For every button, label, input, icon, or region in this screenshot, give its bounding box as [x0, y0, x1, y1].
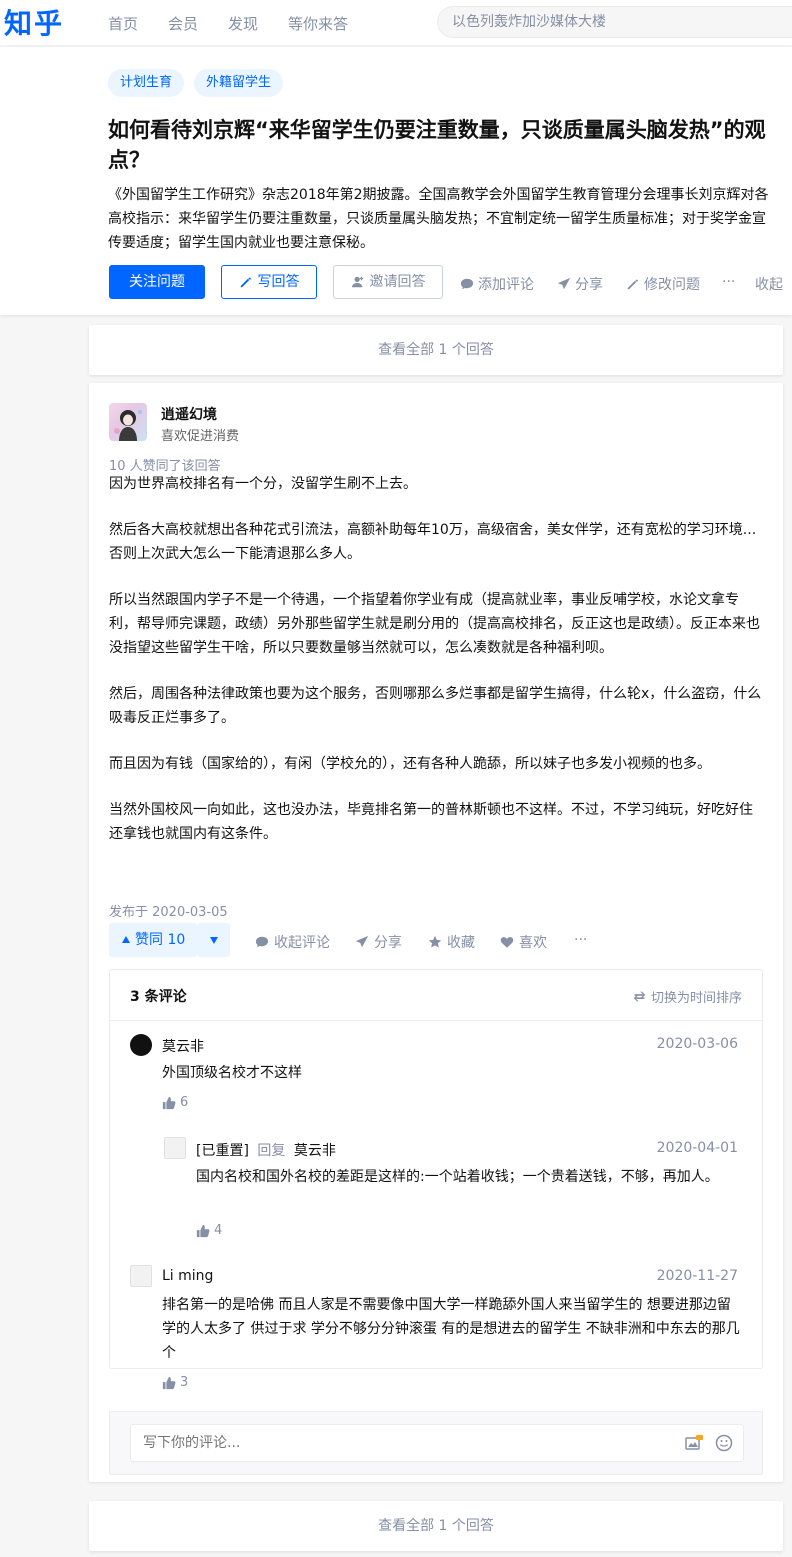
avatar[interactable] — [130, 1265, 152, 1287]
write-answer-button[interactable]: 写回答 — [221, 265, 317, 299]
reply-header: [已重置] 回复 莫云非 — [196, 1140, 336, 1160]
favorite-button[interactable]: 收藏 — [428, 932, 475, 952]
triangle-down-icon — [209, 937, 218, 944]
share-icon — [355, 935, 369, 948]
nav-waiting-answer[interactable]: 等你来答 — [288, 13, 348, 34]
comment-icon — [460, 278, 474, 290]
comment-icon — [255, 936, 269, 948]
author-bio: 喜欢促进消费 — [161, 429, 240, 444]
share-label: 分享 — [575, 277, 603, 293]
comment-like-button[interactable]: 6 — [162, 1095, 188, 1110]
heart-icon — [500, 937, 514, 948]
avatar-image — [114, 410, 142, 441]
invite-answer-label: 邀请回答 — [369, 274, 426, 290]
comment-like-button[interactable]: 3 — [162, 1375, 188, 1390]
zhihu-logo[interactable]: 知乎 — [4, 2, 64, 42]
answer-paragraph: 然后各大高校就想出各种花式引流法，高额补助每年10万，高级宿舍，美女伴学，还有宽… — [109, 522, 757, 562]
answer-content: 因为世界高校排名有一个分，没留学生刷不上去。 然后各大高校就想出各种花式引流法，… — [109, 472, 763, 846]
nav-discover[interactable]: 发现 — [228, 13, 258, 34]
share-answer-button[interactable]: 分享 — [355, 932, 402, 952]
nav-home[interactable]: 首页 — [108, 13, 138, 34]
emoji-icon[interactable] — [715, 1434, 733, 1452]
like-label: 喜欢 — [519, 935, 547, 951]
avatar[interactable] — [109, 403, 147, 441]
publish-date[interactable]: 发布于 2020-03-05 — [109, 901, 228, 920]
comment-editor-area — [109, 1411, 763, 1475]
collapse-button[interactable]: 收起 — [755, 274, 783, 294]
like-count: 4 — [214, 1223, 223, 1238]
swap-icon — [633, 991, 646, 1002]
question-header: 计划生育 外籍留学生 如何看待刘京辉“来华留学生仍要注重数量，只谈质量属头脑发热… — [0, 47, 792, 315]
commenter-name[interactable]: [已重置] — [196, 1143, 249, 1159]
comment-like-button[interactable]: 4 — [196, 1223, 222, 1238]
author-name[interactable]: 逍遥幻境 — [161, 404, 217, 424]
edit-question-label: 修改问题 — [644, 277, 700, 293]
answer-paragraph: 因为世界高校排名有一个分，没留学生刷不上去。 — [109, 476, 417, 492]
view-all-answers-bottom[interactable]: 查看全部 1 个回答 — [89, 1501, 783, 1551]
commenter-name[interactable]: Li ming — [162, 1268, 213, 1284]
answer-paragraph: 当然外国校风一向如此，这也没办法，毕竟排名第一的普林斯顿也不这样。不过，不学习纯… — [109, 802, 753, 842]
question-detail: 《外国留学生工作研究》杂志2018年第2期披露。全国高教学会外国留学生教育管理分… — [108, 187, 769, 251]
sort-toggle-button[interactable]: 切换为时间排序 — [633, 987, 742, 1006]
follow-question-button[interactable]: 关注问题 — [109, 265, 205, 299]
star-icon — [428, 935, 442, 948]
share-question-button[interactable]: 分享 — [557, 274, 603, 294]
add-user-icon — [351, 276, 363, 288]
add-comment-button[interactable]: 添加评论 — [460, 274, 534, 294]
tag-foreign-students[interactable]: 外籍留学生 — [194, 69, 284, 97]
image-vip-icon[interactable] — [685, 1435, 703, 1451]
top-nav: 知乎 首页 会员 发现 等你来答 — [0, 0, 792, 46]
thumbs-up-icon — [162, 1096, 176, 1109]
comment-input[interactable] — [143, 1425, 663, 1461]
comments-box: 3 条评论 切换为时间排序 莫云非 2020-03-06 外国顶级名校才不这样 … — [109, 969, 763, 1390]
comment-count: 3 条评论 — [130, 989, 187, 1005]
upvote-button[interactable]: 赞同 10 — [109, 923, 198, 957]
comment-date: 2020-03-06 — [656, 1036, 738, 1052]
write-answer-label: 写回答 — [257, 274, 300, 290]
answer-paragraph: 而且因为有钱（国家给的），有闲（学校允的），还有各种人跪舔，所以妹子也多发小视频… — [109, 756, 711, 772]
reply-label: 回复 — [257, 1143, 286, 1159]
upvote-label: 赞同 10 — [135, 932, 186, 948]
add-comment-label: 添加评论 — [478, 277, 534, 293]
comment-text: 排名第一的是哈佛 而且人家是不需要像中国大学一样跪舔外国人来当留学生的 想要进那… — [162, 1297, 740, 1361]
triangle-up-icon — [122, 936, 130, 943]
like-count: 3 — [180, 1375, 189, 1390]
collapse-comments-label: 收起评论 — [274, 935, 330, 951]
answer-more-button[interactable]: ··· — [574, 932, 587, 948]
search-box — [437, 6, 792, 38]
pencil-icon — [240, 277, 251, 288]
thumbs-up-icon — [162, 1376, 176, 1389]
nav-member[interactable]: 会员 — [168, 13, 198, 34]
like-button[interactable]: 喜欢 — [500, 932, 547, 952]
comment-date: 2020-04-01 — [656, 1140, 738, 1156]
collapse-comments-button[interactable]: 收起评论 — [255, 932, 330, 952]
divider — [110, 1020, 762, 1021]
share-icon — [557, 277, 571, 290]
comment-input-box — [130, 1424, 744, 1462]
share-answer-label: 分享 — [374, 935, 402, 951]
comment-date: 2020-11-27 — [656, 1268, 738, 1284]
more-options-button[interactable]: ··· — [722, 274, 735, 290]
downvote-button[interactable] — [197, 923, 230, 957]
answer-paragraph: 所以当然跟国内学子不是一个待遇，一个指望着你学业有成（提高就业率，事业反哺学校，… — [109, 592, 760, 656]
invite-answer-button[interactable]: 邀请回答 — [333, 265, 443, 299]
search-input[interactable] — [452, 7, 782, 37]
thumbs-up-icon — [196, 1224, 210, 1237]
avatar[interactable] — [130, 1034, 152, 1056]
pencil-icon — [627, 279, 639, 290]
comment-text: 国内名校和国外名校的差距是这样的:一个站着收钱；一个贵着送钱，不够，再加人。 — [196, 1169, 719, 1185]
sort-toggle-label: 切换为时间排序 — [650, 991, 742, 1006]
view-all-answers-top[interactable]: 查看全部 1 个回答 — [89, 325, 783, 375]
edit-question-button[interactable]: 修改问题 — [626, 274, 700, 294]
question-title: 如何看待刘京辉“来华留学生仍要注重数量，只谈质量属头脑发热”的观点？ — [108, 118, 766, 172]
commenter-name[interactable]: 莫云非 — [162, 1036, 204, 1056]
like-count: 6 — [180, 1095, 189, 1110]
avatar[interactable] — [164, 1137, 186, 1159]
tag-family-planning[interactable]: 计划生育 — [108, 69, 185, 97]
answer-card: 逍遥幻境 喜欢促进消费 10 人赞同了该回答 因为世界高校排名有一个分，没留学生… — [89, 383, 783, 1482]
reply-to-name[interactable]: 莫云非 — [294, 1143, 336, 1159]
answer-paragraph: 然后，周围各种法律政策也要为这个服务，否则哪那么多烂事都是留学生搞得，什么轮x，… — [109, 686, 762, 726]
favorite-label: 收藏 — [447, 935, 475, 951]
comment-text: 外国顶级名校才不这样 — [162, 1065, 302, 1081]
